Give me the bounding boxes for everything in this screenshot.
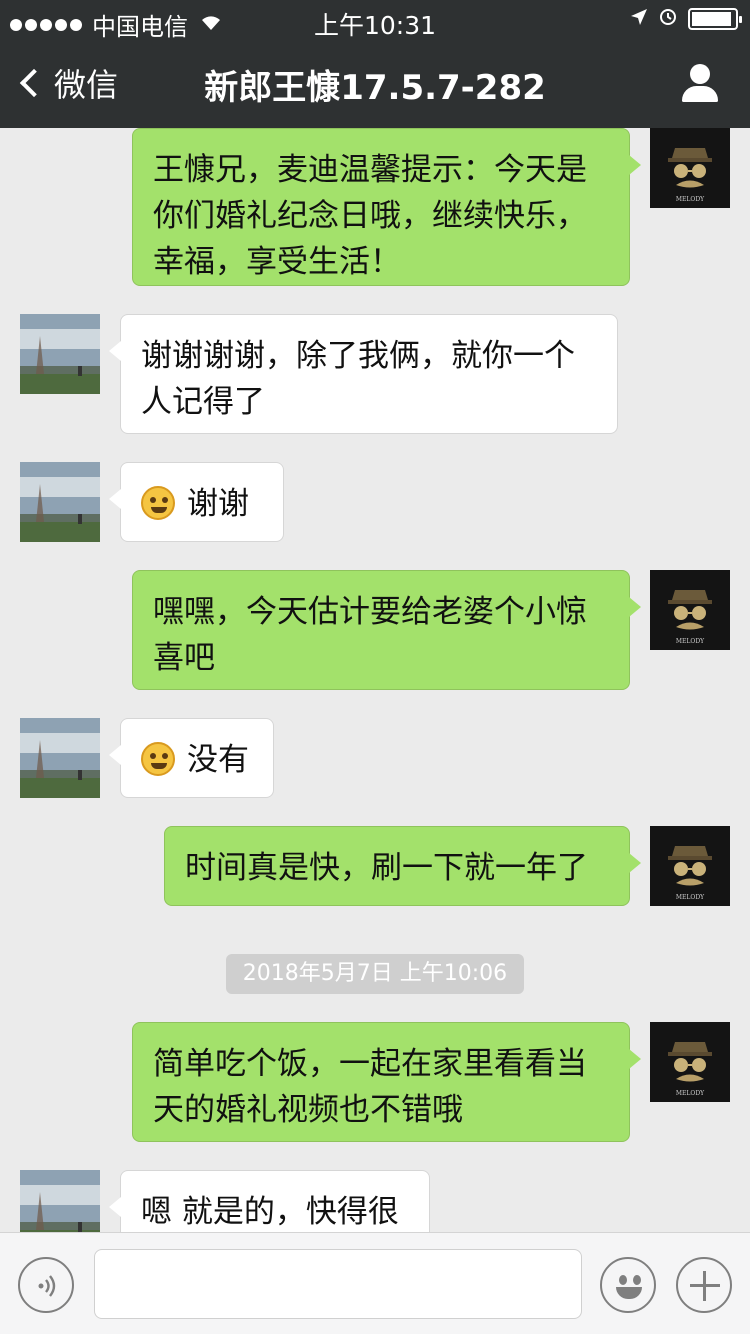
message-bubble[interactable]: 没有 (109, 718, 274, 798)
emoji-button[interactable] (600, 1257, 656, 1313)
location-arrow-icon (630, 7, 648, 31)
message-text: 谢谢谢谢，除了我俩，就你一个 人记得了 (141, 338, 575, 420)
avatar-other[interactable] (20, 718, 100, 798)
battery-level (692, 11, 731, 26)
alarm-clock-icon (658, 6, 678, 31)
svg-text:MELODY: MELODY (676, 196, 705, 203)
message-input[interactable] (94, 1249, 582, 1319)
message-bubble[interactable]: 谢谢谢谢，除了我俩，就你一个 人记得了 (109, 314, 618, 434)
message-text: 谢谢 (187, 486, 249, 522)
message-bubble[interactable]: 简单吃个饭，一起在家里看看当 天的婚礼视频也不错哦 (132, 1022, 641, 1142)
avatar-me-image: MELODY (650, 128, 730, 208)
avatar-me-image: MELODY (650, 826, 730, 906)
avatar-me[interactable]: MELODY (650, 826, 730, 906)
avatar-other-image (20, 718, 100, 798)
person-icon[interactable] (680, 64, 720, 104)
svg-text:MELODY: MELODY (676, 638, 705, 645)
avatar-other-image (20, 1170, 100, 1232)
voice-icon (38, 1275, 56, 1297)
message-bubble[interactable]: 谢谢 (109, 462, 284, 542)
emoji-icon (619, 1275, 627, 1285)
svg-text:MELODY: MELODY (676, 894, 705, 901)
message-bubble[interactable]: 时间真是快，刷一下就一年了 (164, 826, 641, 906)
voice-button[interactable] (18, 1257, 74, 1313)
avatar-me[interactable]: MELODY (650, 128, 730, 208)
input-bar (0, 1232, 750, 1334)
avatar-other[interactable] (20, 462, 100, 542)
avatar-other[interactable] (20, 1170, 100, 1232)
message-text: 简单吃个饭，一起在家里看看当 天的婚礼视频也不错哦 (153, 1046, 587, 1128)
message-text: 王慷兄，麦迪温馨提示：今天是 你们婚礼纪念日哦，继续快乐， 幸福，享受生活！ (153, 152, 587, 280)
message-text: 嘿嘿，今天估计要给老婆个小惊 喜吧 (153, 594, 587, 676)
chat-timestamp: 2018年5月7日 上午10:06 (226, 954, 524, 994)
nav-bar: 微信 新郎王慷17.5.7-282 (0, 40, 750, 128)
battery-icon (688, 7, 742, 30)
chat-title: 新郎王慷17.5.7-282 (204, 68, 546, 108)
message-bubble[interactable]: 嗯 就是的，快得很 (109, 1170, 430, 1232)
avatar-other-image (20, 462, 100, 542)
avatar-me[interactable]: MELODY (650, 570, 730, 650)
message-text: 嗯 就是的，快得很 (141, 1194, 399, 1230)
message-bubble[interactable]: 嘿嘿，今天估计要给老婆个小惊 喜吧 (132, 570, 641, 690)
status-right (630, 6, 742, 31)
message-bubble[interactable]: 王慷兄，麦迪温馨提示：今天是 你们婚礼纪念日哦，继续快乐， 幸福，享受生活！ (132, 128, 641, 286)
avatar-me-image: MELODY (650, 570, 730, 650)
awkward-emoji-icon (141, 742, 175, 776)
grinning-emoji-icon (141, 486, 175, 520)
message-text: 时间真是快，刷一下就一年了 (185, 850, 588, 886)
avatar-me-image: MELODY (650, 1022, 730, 1102)
message-text: 没有 (187, 742, 249, 778)
avatar-other-image (20, 314, 100, 394)
chat-area[interactable]: MELODY 王慷兄，麦迪温馨提示：今天是 你们婚礼纪念日哦，继续快乐， 幸福，… (0, 128, 750, 1232)
avatar-me[interactable]: MELODY (650, 1022, 730, 1102)
avatar-other[interactable] (20, 314, 100, 394)
svg-text:MELODY: MELODY (676, 1090, 705, 1097)
more-button[interactable] (676, 1257, 732, 1313)
status-bar: 中国电信 上午10:31 (0, 0, 750, 41)
